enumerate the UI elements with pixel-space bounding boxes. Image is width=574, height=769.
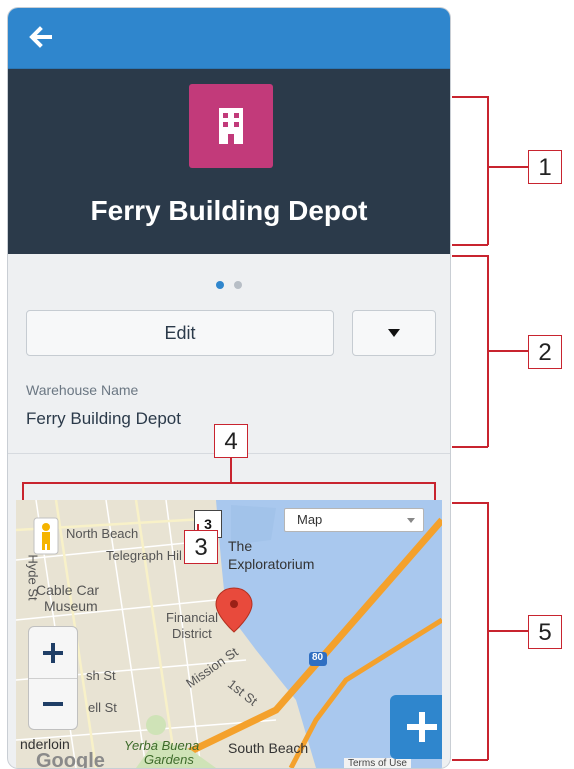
chevron-down-icon [407,518,415,523]
annotation-line [487,96,489,245]
caret-down-icon [388,329,400,337]
annotation-callout-2: 2 [528,335,562,369]
map-label: Cable Car [36,582,100,598]
field-label: Warehouse Name [26,382,139,398]
edit-button[interactable]: Edit [26,310,334,356]
annotation-callout-5: 5 [528,615,562,649]
page-dot-active[interactable] [215,281,224,289]
map-label: ell St [88,700,117,715]
map-view[interactable]: North Beach Telegraph Hil The Explorator… [16,500,442,768]
map-type-selector[interactable]: Map [284,508,424,532]
zoom-out-button[interactable] [29,678,77,729]
record-header: Ferry Building Depot [8,69,450,254]
top-navigation-bar [8,8,450,69]
map-label: North Beach [66,526,139,541]
field-value: Ferry Building Depot [26,409,181,428]
map-type-value: Map [297,512,323,527]
arrow-left-icon [29,26,52,48]
annotation-line [452,255,488,257]
map-label: District [172,626,212,641]
map-label: sh St [86,668,116,683]
map-label: South Beach [228,740,309,756]
annotation-line [434,482,436,500]
map-label: Yerba Buena [124,738,200,753]
plus-icon [407,712,437,742]
map-label: Telegraph Hil [106,548,182,563]
annotation-line [452,96,488,98]
annotation-line [22,482,24,500]
annotation-line [488,350,528,352]
annotation-line [452,446,488,448]
plus-icon [43,643,63,663]
building-icon [189,84,273,168]
zoom-control [28,626,78,730]
annotation-line [452,244,488,246]
annotation-line [230,458,232,482]
annotation-line [22,482,436,484]
highway-shield-label: 80 [312,652,324,663]
page-dot[interactable] [234,281,243,289]
back-button[interactable] [24,20,58,54]
annotation-line [452,502,488,504]
map-label: Gardens [144,752,194,767]
map-label: Exploratorium [228,556,315,572]
google-logo: Google [36,750,105,768]
minus-icon [43,702,63,706]
annotation-line [452,759,488,761]
terms-link[interactable]: Terms of Use [344,758,411,768]
annotation-line [488,630,528,632]
map-label: Financial [166,610,219,625]
map-label: Museum [44,598,98,614]
map-label: The [228,538,253,554]
page-indicator [8,276,450,294]
record-title: Ferry Building Depot [90,195,368,226]
zoom-in-button[interactable] [29,627,77,679]
annotation-callout-1: 1 [528,150,562,184]
annotation-line [488,166,528,168]
annotation-callout-4: 4 [214,424,248,458]
mobile-app-frame: Ferry Building Depot Edit Warehouse Name… [8,8,450,768]
annotation-callout-3: 3 [184,530,218,564]
add-button[interactable] [390,695,442,759]
more-actions-button[interactable] [352,310,436,356]
